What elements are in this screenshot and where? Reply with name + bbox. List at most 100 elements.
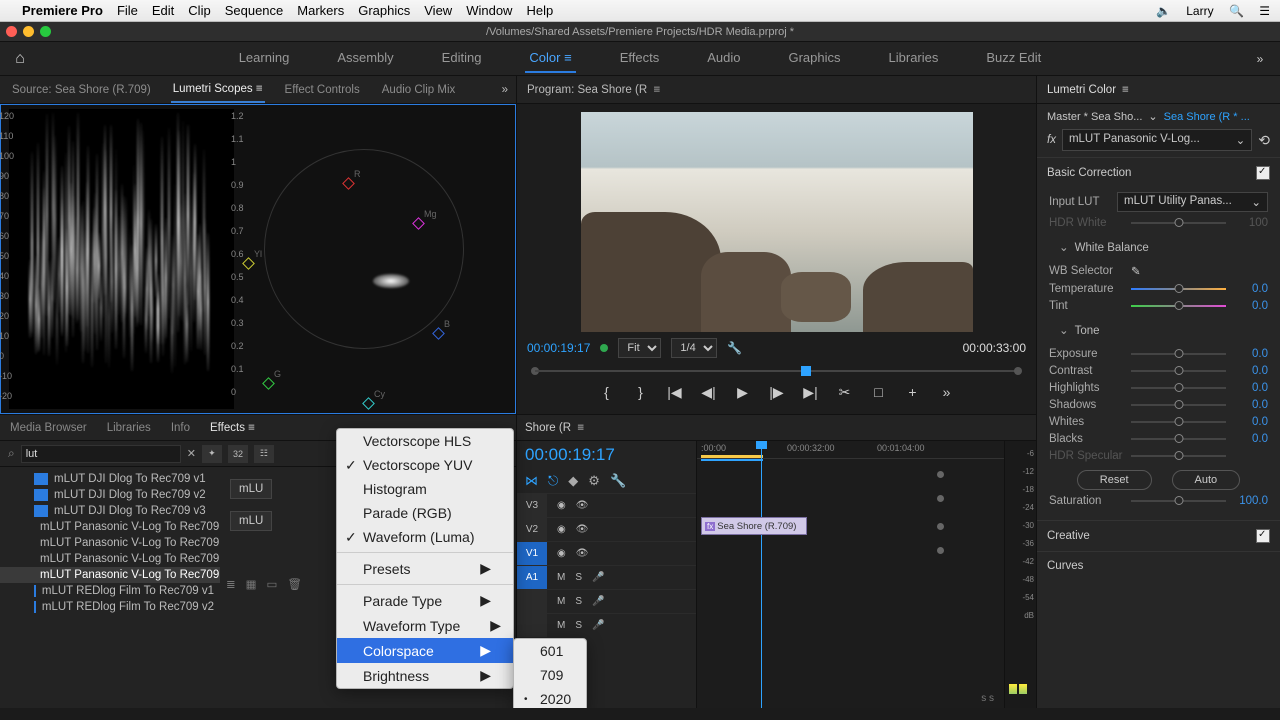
go-to-in-icon[interactable]: |◀ (667, 384, 683, 401)
master-clip-label[interactable]: Master * Sea Sho... (1047, 111, 1142, 123)
workspace-buzz-edit[interactable]: Buzz Edit (982, 44, 1045, 73)
effects-list-item[interactable]: mLUT Panasonic V-Log To Rec709 v4 (0, 567, 220, 583)
effects-filter-2[interactable]: 32 (228, 445, 248, 463)
basic-correction-header[interactable]: Basic Correction (1047, 167, 1131, 179)
zoom-window-icon[interactable] (40, 26, 51, 37)
mic-icon[interactable]: 🎤 (592, 572, 604, 583)
effects-list-item[interactable]: mLUT REDlog Film To Rec709 v1 (0, 583, 220, 599)
spotlight-icon[interactable]: 🔍 (1229, 4, 1244, 18)
wrench-icon[interactable]: 🔧 (727, 341, 742, 355)
minimize-window-icon[interactable] (23, 26, 34, 37)
close-window-icon[interactable] (6, 26, 17, 37)
tab-media-browser[interactable]: Media Browser (10, 422, 87, 434)
mark-out-icon[interactable]: } (633, 384, 649, 401)
ctx-item[interactable]: Brightness▶ (337, 663, 513, 688)
ctx-item[interactable]: Histogram (337, 477, 513, 501)
lumetri-scopes-panel[interactable]: RMgBCyGYl 1201101009080706050403020100-1… (0, 104, 516, 414)
menu-file[interactable]: File (117, 3, 138, 18)
ctx-item[interactable]: Parade (RGB) (337, 501, 513, 525)
ctx-item[interactable]: ✓Vectorscope YUV (337, 453, 513, 477)
icon-view-icon[interactable]: ▦ (246, 577, 257, 591)
settings-icon[interactable]: ⚙ (588, 473, 600, 489)
workspace-editing[interactable]: Editing (438, 44, 486, 73)
ctx-item[interactable]: Waveform Type▶ (337, 613, 513, 638)
ctx-item[interactable]: Parade Type▶ (337, 588, 513, 613)
keyframe-icon[interactable] (937, 523, 944, 530)
white-balance-header[interactable]: White Balance (1075, 242, 1149, 254)
tab-source[interactable]: Source: Sea Shore (R.709) (10, 78, 153, 102)
ctx-item[interactable]: Vectorscope HLS (337, 429, 513, 453)
resolution-select[interactable]: 1/4 (671, 338, 717, 358)
tab-effects[interactable]: Effects ≡ (210, 422, 255, 434)
go-to-out-icon[interactable]: ▶| (803, 384, 819, 401)
menu-edit[interactable]: Edit (152, 3, 174, 18)
timeline-tab[interactable]: Shore (R ≡ (525, 422, 584, 434)
chevron-down-icon[interactable]: ⌄ (1059, 325, 1069, 337)
keyframe-icon[interactable] (937, 547, 944, 554)
effects-list-item[interactable]: mLUT Panasonic V-Log To Rec709 v3 (0, 551, 220, 567)
timeline-timecode[interactable]: 00:00:19:17 (517, 441, 696, 469)
ctx-submenu[interactable]: 601709•2020 (513, 638, 587, 712)
track-v2[interactable]: V2 (517, 518, 547, 541)
effects-chip[interactable]: mLU (230, 479, 272, 499)
contrast-slider[interactable]: Contrast0.0 (1049, 365, 1268, 377)
lift-icon[interactable]: ✂ (837, 384, 853, 401)
ctx-presets[interactable]: Presets▶ (337, 556, 513, 581)
wrench-icon[interactable]: 🔧 (610, 473, 626, 489)
scopes-context-menu[interactable]: Vectorscope HLS✓Vectorscope YUVHistogram… (336, 428, 514, 689)
menu-markers[interactable]: Markers (297, 3, 344, 18)
creative-checkbox[interactable] (1256, 529, 1270, 543)
track-a2[interactable] (517, 590, 547, 613)
playhead-knob[interactable] (801, 366, 811, 376)
extract-icon[interactable]: □ (871, 384, 887, 401)
snap-icon[interactable]: ⋈ (525, 473, 538, 489)
zoom-select[interactable]: Fit (618, 338, 661, 358)
ctx-item[interactable]: Colorspace▶ (337, 638, 513, 663)
effects-chip[interactable]: mLU (230, 511, 272, 531)
workspace-libraries[interactable]: Libraries (885, 44, 943, 73)
track-a3[interactable] (517, 614, 547, 637)
menu-extras-icon[interactable]: ☰ (1259, 4, 1270, 18)
marker-icon[interactable]: ◆ (568, 473, 578, 489)
volume-icon[interactable]: 🔈 (1156, 4, 1171, 18)
menu-view[interactable]: View (424, 3, 452, 18)
reset-effect-icon[interactable]: ⟲ (1258, 132, 1270, 149)
whites-slider[interactable]: Whites0.0 (1049, 416, 1268, 428)
menu-graphics[interactable]: Graphics (358, 3, 410, 18)
panel-menu-icon[interactable]: ≡ (1122, 84, 1129, 96)
tab-effect-controls[interactable]: Effect Controls (283, 78, 362, 102)
transport-overflow-icon[interactable]: » (939, 384, 955, 401)
curves-header[interactable]: Curves (1047, 560, 1083, 572)
step-forward-icon[interactable]: |▶ (769, 384, 785, 401)
play-icon[interactable]: ▶ (735, 384, 751, 401)
tab-program[interactable]: Program: Sea Shore (R ≡ (527, 84, 660, 96)
track-v1[interactable]: V1 (517, 542, 547, 565)
creative-header[interactable]: Creative (1047, 530, 1090, 542)
effects-filter-3[interactable]: ☷ (254, 445, 274, 463)
trash-icon[interactable]: 🗑 (287, 577, 302, 591)
menu-clip[interactable]: Clip (188, 3, 210, 18)
workspace-overflow-icon[interactable]: » (1240, 52, 1280, 66)
program-video[interactable] (581, 112, 973, 332)
mark-in-icon[interactable]: { (599, 384, 615, 401)
tint-slider[interactable]: Tint0.0 (1049, 300, 1268, 312)
keyframe-icon[interactable] (937, 471, 944, 478)
panel-overflow-icon[interactable]: » (502, 84, 508, 96)
highlights-slider[interactable]: Highlights0.0 (1049, 382, 1268, 394)
basic-correction-checkbox[interactable] (1256, 166, 1270, 180)
eyedropper-icon[interactable]: ✎ (1131, 264, 1141, 278)
workspace-color[interactable]: Color ≡ (525, 44, 575, 73)
effects-list-item[interactable]: mLUT DJI Dlog To Rec709 v1 (0, 471, 220, 487)
add-marker-icon[interactable]: + (905, 384, 921, 401)
workspace-effects[interactable]: Effects (616, 44, 664, 73)
temperature-slider[interactable]: Temperature0.0 (1049, 283, 1268, 295)
workspace-learning[interactable]: Learning (235, 44, 294, 73)
ctx-sub-item[interactable]: 601 (514, 639, 586, 663)
menu-help[interactable]: Help (526, 3, 553, 18)
menu-window[interactable]: Window (466, 3, 512, 18)
timeline-clip[interactable]: fxSea Shore (R.709) (701, 517, 807, 535)
auto-button[interactable]: Auto (1172, 470, 1241, 490)
chevron-down-icon[interactable]: ⌄ (1148, 110, 1157, 123)
program-scrubber[interactable] (527, 364, 1026, 378)
shadows-slider[interactable]: Shadows0.0 (1049, 399, 1268, 411)
